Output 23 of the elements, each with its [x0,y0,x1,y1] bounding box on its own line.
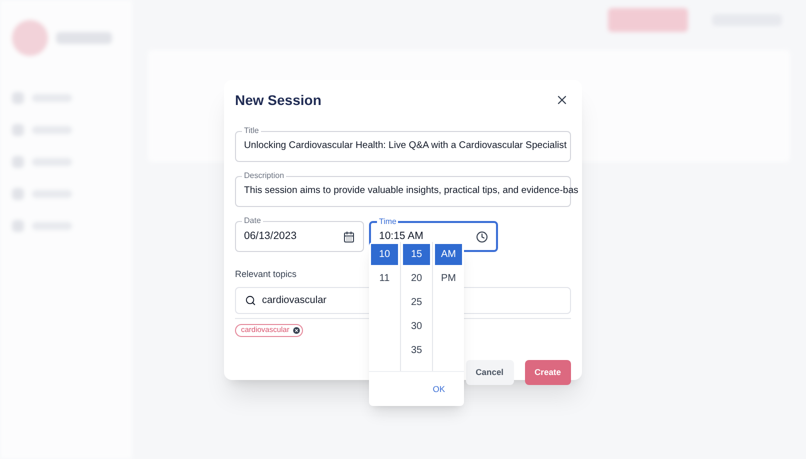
field-value: This session aims to provide valuable insights, practical tips, and evidence-bas [244,184,578,198]
time-option[interactable]: 25 [403,292,430,313]
remove-icon[interactable] [292,326,302,334]
search-icon [245,294,256,306]
clock-icon[interactable] [476,230,488,242]
field-value: 10:15 AM [379,228,424,244]
dialog-title: New Session [235,90,322,110]
field-value: 06/13/2023 [244,228,298,244]
time-option[interactable]: 11 [371,268,398,289]
ok-button[interactable]: OK [428,382,449,396]
time-option[interactable]: 10 [371,244,398,265]
close-icon[interactable] [555,93,569,107]
section-label: Relevant topics [235,268,297,281]
time-option[interactable]: AM [435,244,462,265]
search-value: cardiovascular [262,294,326,308]
time-option[interactable]: PM [435,268,462,289]
time-option[interactable]: 30 [403,316,430,337]
calendar-icon[interactable] [343,230,355,242]
time-option[interactable]: 20 [403,268,430,289]
time-option[interactable]: 15 [403,244,430,265]
field-value: Unlocking Cardiovascular Health: Live Q&A with a Cardiovascular Specialist [244,139,567,154]
field-label: Description [242,170,286,182]
time-option[interactable]: 35 [403,340,430,361]
